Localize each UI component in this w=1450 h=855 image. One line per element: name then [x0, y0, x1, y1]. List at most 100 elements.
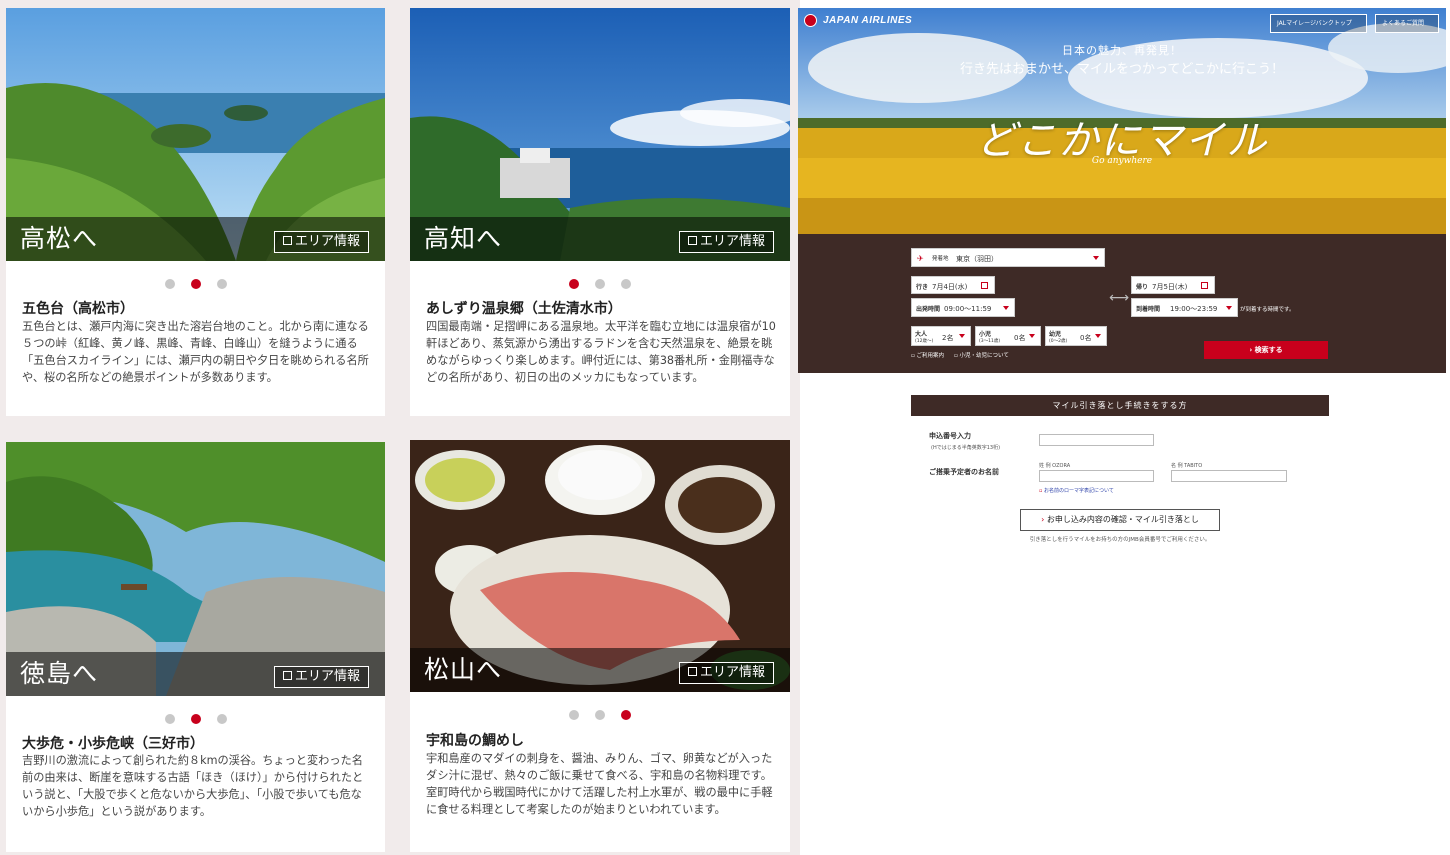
infant-count-select[interactable]: 幼児 (0～2歳) 0名 — [1045, 326, 1107, 346]
carousel-dot-2[interactable] — [595, 710, 605, 720]
carousel-dot-3[interactable] — [621, 710, 631, 720]
area-info-button[interactable]: エリア情報 — [273, 666, 369, 688]
mileage-bank-top-button[interactable]: JALマイレージバンクトップ — [1270, 14, 1367, 33]
departure-select[interactable]: ✈ 発着地 東京（羽田） — [911, 248, 1105, 267]
dep-time-label: 出発時間 — [916, 306, 941, 313]
jal-crane-icon — [804, 14, 817, 27]
jal-panel: JAPAN AIRLINES JALマイレージバンクトップ よくあるご質問 日本… — [798, 8, 1446, 373]
outbound-label: 行き — [916, 284, 929, 291]
carousel-dots — [6, 274, 385, 293]
spot-description: 四国最南端・足摺岬にある温泉地。太平洋を臨む立地には温泉宿が10軒ほどあり、蒸気… — [426, 320, 776, 384]
carousel-dot-2[interactable] — [190, 279, 201, 289]
carousel-dot-2[interactable] — [190, 714, 201, 724]
chevron-down-icon — [1093, 255, 1099, 260]
carousel-dot-2[interactable] — [595, 279, 605, 289]
card-photo: 徳島へ エリア情報 — [6, 442, 385, 696]
city-title: 高知へ — [424, 224, 503, 253]
card-matsuyama: 松山へ エリア情報 宇和島の鯛めし 宇和島産のマダイの刺身を、醤油、みりん、ゴマ… — [410, 440, 790, 852]
hero-banner: JAPAN AIRLINES JALマイレージバンクトップ よくあるご質問 日本… — [798, 8, 1446, 234]
spot-description: 吉野川の激流によって創られた約８kmの渓谷。ちょっと変わった名前の由来は、断崖を… — [22, 754, 364, 818]
card-tokushima: 徳島へ エリア情報 大歩危・小歩危峡（三好市） 吉野川の激流によって創られた約８… — [6, 442, 385, 852]
departure-label: 発着地 — [932, 256, 949, 262]
child-sub: (3～11歳) — [979, 339, 1001, 344]
romaji-info-link[interactable]: ▫ お名前のローマ字表記について — [1039, 487, 1114, 494]
calendar-icon — [1201, 282, 1208, 289]
jal-logo[interactable]: JAPAN AIRLINES — [804, 14, 912, 27]
carousel-dot-1[interactable] — [164, 279, 175, 289]
child-count-select[interactable]: 小児 (3～11歳) 0名 — [975, 326, 1041, 346]
confirm-and-deduct-button[interactable]: › お申し込み内容の確認・マイル引き落とし — [1020, 509, 1220, 531]
mileage-deduction-form: マイル引き落とし手続きをする方 申込番号入力 (Hではじまる半角英数字13桁) … — [911, 395, 1329, 561]
infant-value: 0名 — [1080, 334, 1092, 342]
adult-label: 大人 — [915, 331, 928, 338]
usage-guide-label: ご利用案内 — [916, 353, 944, 359]
return-label: 帰り — [1136, 284, 1149, 291]
area-info-button[interactable]: エリア情報 — [273, 231, 369, 253]
app-number-hint: (Hではじまる半角英数字13桁) — [931, 445, 1001, 451]
spot-description: 五色台とは、瀬戸内海に突き出た溶岩台地のこと。北から南に連なる５つの峠（紅峰、黄… — [22, 320, 369, 384]
card-photo: 高松へ エリア情報 — [6, 8, 385, 261]
card-photo: 高知へ エリア情報 — [410, 8, 790, 261]
area-info-label: エリア情報 — [294, 669, 360, 684]
outbound-date: 7月4日(水) — [932, 283, 968, 291]
given-name-input[interactable] — [1171, 470, 1287, 482]
outbound-date-picker[interactable]: 行き 7月4日(水) — [911, 276, 995, 294]
area-info-button[interactable]: エリア情報 — [678, 662, 774, 684]
jal-logo-text: JAPAN AIRLINES — [823, 15, 913, 26]
card-kochi: 高知へ エリア情報 あしずり温泉郷（土佐清水市） 四国最南端・足摺岬にある温泉地… — [410, 8, 790, 416]
search-button[interactable]: › 検索する — [1204, 341, 1328, 359]
confirm-button-label: お申し込み内容の確認・マイル引き落とし — [1046, 515, 1199, 524]
hero-tagline-2: 行き先はおまかせ、マイルをつかってどこかに行こう！ — [960, 62, 1284, 77]
carousel-dots — [410, 274, 790, 293]
app-number-label: 申込番号入力 — [929, 432, 971, 440]
chevron-down-icon — [1095, 334, 1101, 338]
faq-button[interactable]: よくあるご質問 — [1375, 14, 1439, 33]
app-number-input[interactable] — [1039, 434, 1154, 446]
carousel-dot-3[interactable] — [621, 279, 631, 289]
carousel-dot-3[interactable] — [216, 279, 227, 289]
search-button-label: 検索する — [1254, 346, 1283, 354]
area-info-label: エリア情報 — [699, 234, 765, 249]
calendar-icon — [981, 282, 988, 289]
ret-time-value: 19:00～23:59 — [1170, 305, 1218, 313]
departure-value: 東京（羽田） — [956, 255, 998, 263]
spot-description: 宇和島産のマダイの刺身を、醤油、みりん、ゴマ、卵黄などが入ったダシ汁に混ぜ、熱々… — [426, 752, 773, 816]
child-value: 0名 — [1014, 334, 1026, 342]
infant-label: 幼児 — [1049, 331, 1062, 338]
return-date-picker[interactable]: 帰り 7月5日(木) — [1131, 276, 1215, 294]
children-info-link[interactable]: ▫ 小児・幼児について — [954, 351, 1009, 359]
passenger-name-label: ご搭乗予定者のお名前 — [929, 468, 999, 476]
return-time-select[interactable]: 到着時間 19:00～23:59 — [1131, 298, 1238, 317]
carousel-dot-1[interactable] — [569, 279, 579, 289]
city-title: 徳島へ — [20, 659, 99, 688]
spot-title: あしずり温泉郷（土佐清水市） — [426, 301, 622, 317]
city-title: 松山へ — [424, 655, 503, 684]
time-note: が到着する時間です。 — [1240, 307, 1295, 313]
carousel-dots — [410, 705, 790, 724]
carousel-dot-1[interactable] — [569, 710, 579, 720]
surname-input[interactable] — [1039, 470, 1154, 482]
children-info-label: 小児・幼児について — [959, 353, 1009, 359]
area-info-button[interactable]: エリア情報 — [678, 231, 774, 253]
plane-icon: ✈ — [917, 254, 924, 263]
external-link-icon — [687, 667, 697, 676]
carousel-dot-1[interactable] — [164, 714, 175, 724]
hero-subtitle: Go anywhere — [1091, 156, 1153, 166]
carousel-dot-3[interactable] — [216, 714, 227, 724]
chevron-down-icon — [959, 334, 965, 338]
spot-title: 五色台（高松市） — [22, 301, 134, 317]
adult-value: 2名 — [942, 334, 954, 342]
romaji-info-label: お名前のローマ字表記について — [1043, 488, 1114, 494]
area-info-label: エリア情報 — [294, 234, 360, 249]
dep-time-value: 09:00～11:59 — [944, 305, 992, 313]
spot-title: 大歩危・小歩危峡（三好市） — [22, 736, 204, 752]
card-takamatsu: 高松へ エリア情報 五色台（高松市） 五色台とは、瀬戸内海に突き出た溶岩台地のこ… — [6, 8, 385, 416]
hero-tagline-1: 日本の魅力、再発見！ — [1062, 44, 1182, 57]
departure-time-select[interactable]: 出発時間 09:00～11:59 — [911, 298, 1015, 317]
adult-count-select[interactable]: 大人 (12歳～) 2名 — [911, 326, 971, 346]
given-name-hint: 名 例 TABITO — [1171, 463, 1203, 469]
chevron-down-icon — [1226, 305, 1232, 310]
usage-guide-link[interactable]: ▫ ご利用案内 — [911, 351, 944, 359]
child-label: 小児 — [979, 331, 992, 338]
external-link-icon — [687, 236, 697, 245]
